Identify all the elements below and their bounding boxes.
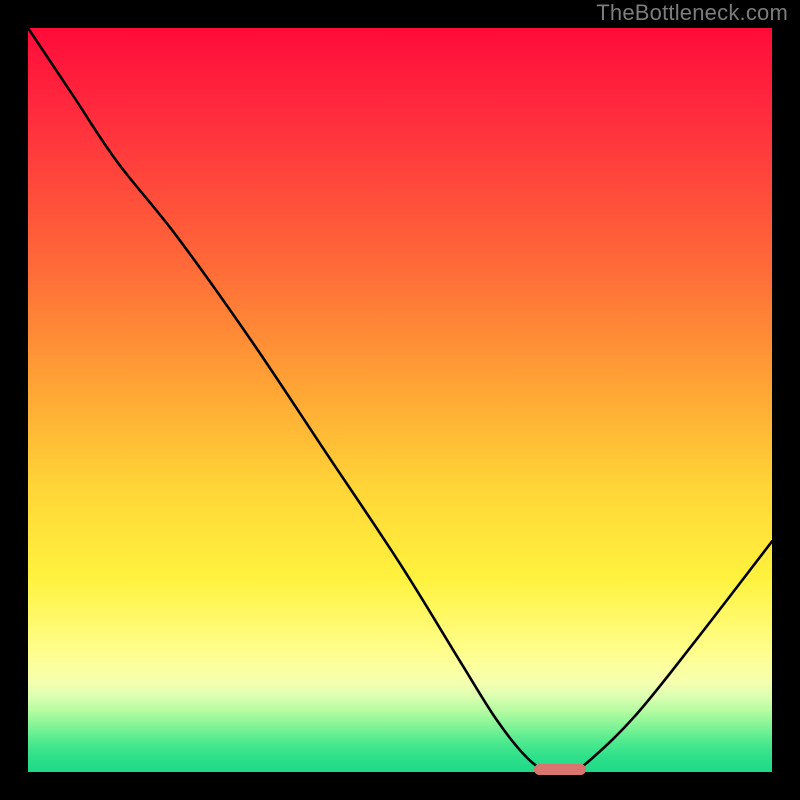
bottleneck-curve bbox=[28, 28, 772, 772]
plot-area bbox=[28, 28, 772, 772]
chart-root: TheBottleneck.com bbox=[0, 0, 800, 800]
curve-svg bbox=[28, 28, 772, 772]
watermark-text: TheBottleneck.com bbox=[596, 0, 788, 26]
optimal-marker bbox=[534, 764, 586, 775]
